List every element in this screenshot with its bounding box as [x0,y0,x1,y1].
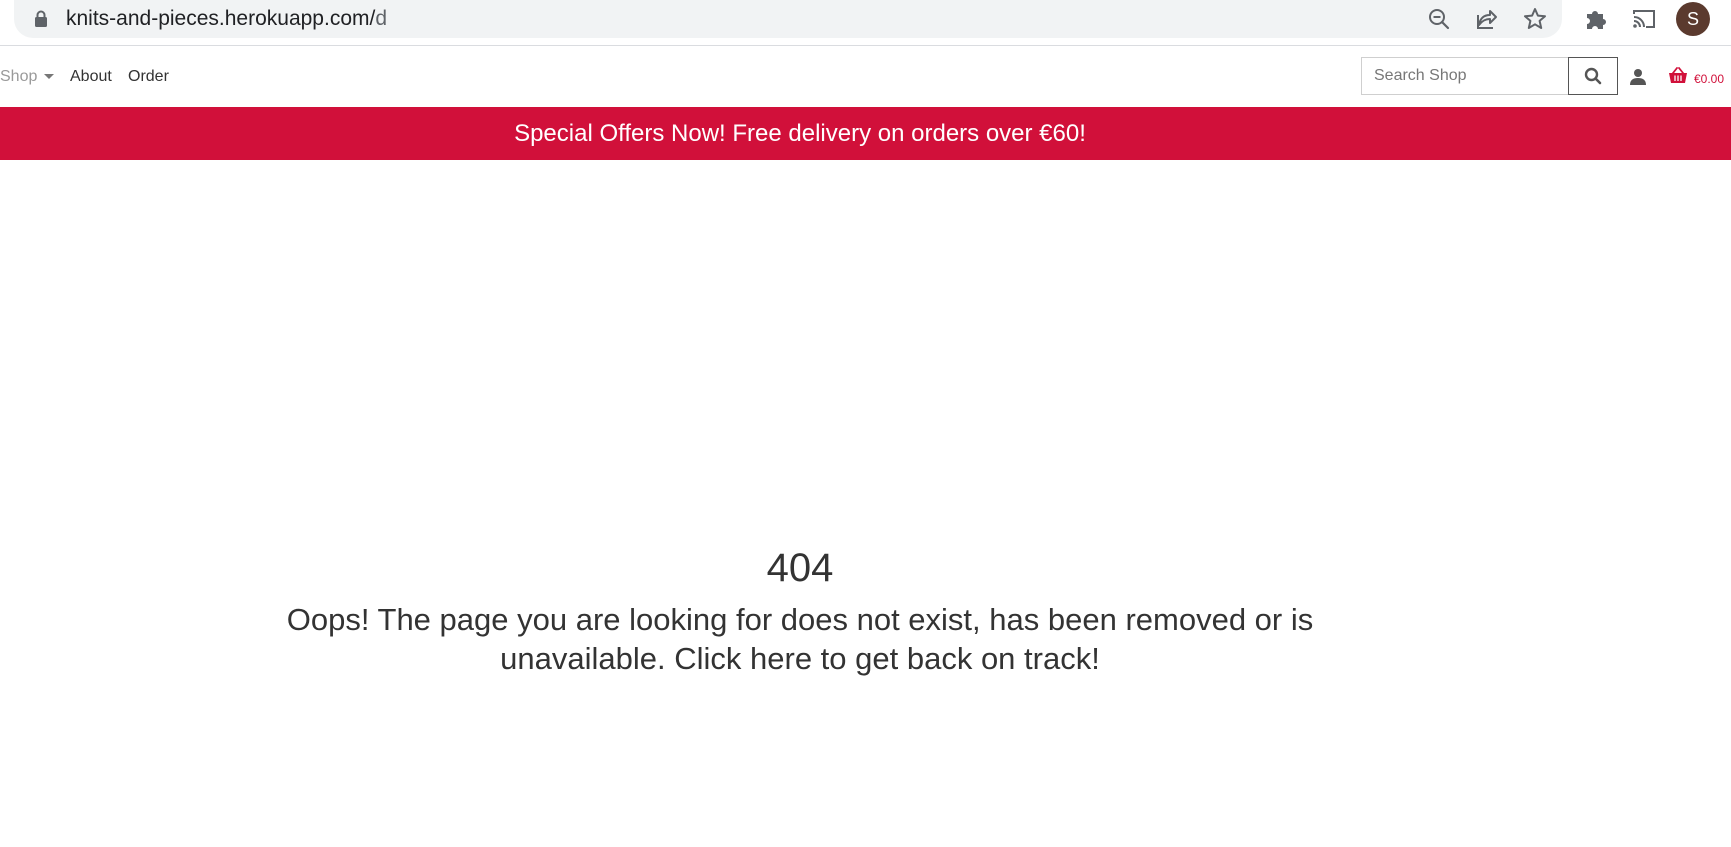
bookmark-star-icon[interactable] [1522,6,1548,32]
search-input[interactable] [1361,57,1569,95]
shopping-basket-icon [1668,67,1688,85]
promo-banner: Special Offers Now! Free delivery on ord… [0,107,1731,160]
nav-about-link[interactable]: About [70,67,112,87]
error-code: 404 [766,546,834,590]
site-navbar: Shop About Order €0.00 [0,47,1731,107]
url-path: d [375,7,388,30]
profile-avatar[interactable]: S [1676,2,1710,36]
account-user-icon[interactable] [1628,67,1648,87]
error-message-link[interactable]: Oops! The page you are looking for does … [250,600,1350,678]
chevron-down-icon[interactable] [44,74,54,79]
url-host: knits-and-pieces.herokuapp.com/ [66,7,376,30]
address-bar[interactable]: knits-and-pieces.herokuapp.com/d [14,0,1562,38]
lock-icon[interactable] [34,10,48,28]
nav-shop-dropdown[interactable]: Shop [0,67,37,87]
url-text[interactable]: knits-and-pieces.herokuapp.com/d [66,7,387,31]
browser-toolbar: knits-and-pieces.herokuapp.com/d S [0,0,1731,46]
nav-order-link[interactable]: Order [128,67,169,87]
cart-total: €0.00 [1694,72,1725,86]
extensions-puzzle-icon[interactable] [1583,6,1609,32]
promo-banner-text: Special Offers Now! Free delivery on ord… [514,120,1086,147]
share-icon[interactable] [1474,6,1500,32]
search-button[interactable] [1568,57,1618,95]
cast-icon[interactable] [1631,6,1657,32]
search-icon [1584,67,1602,85]
zoom-out-icon[interactable] [1426,6,1452,32]
